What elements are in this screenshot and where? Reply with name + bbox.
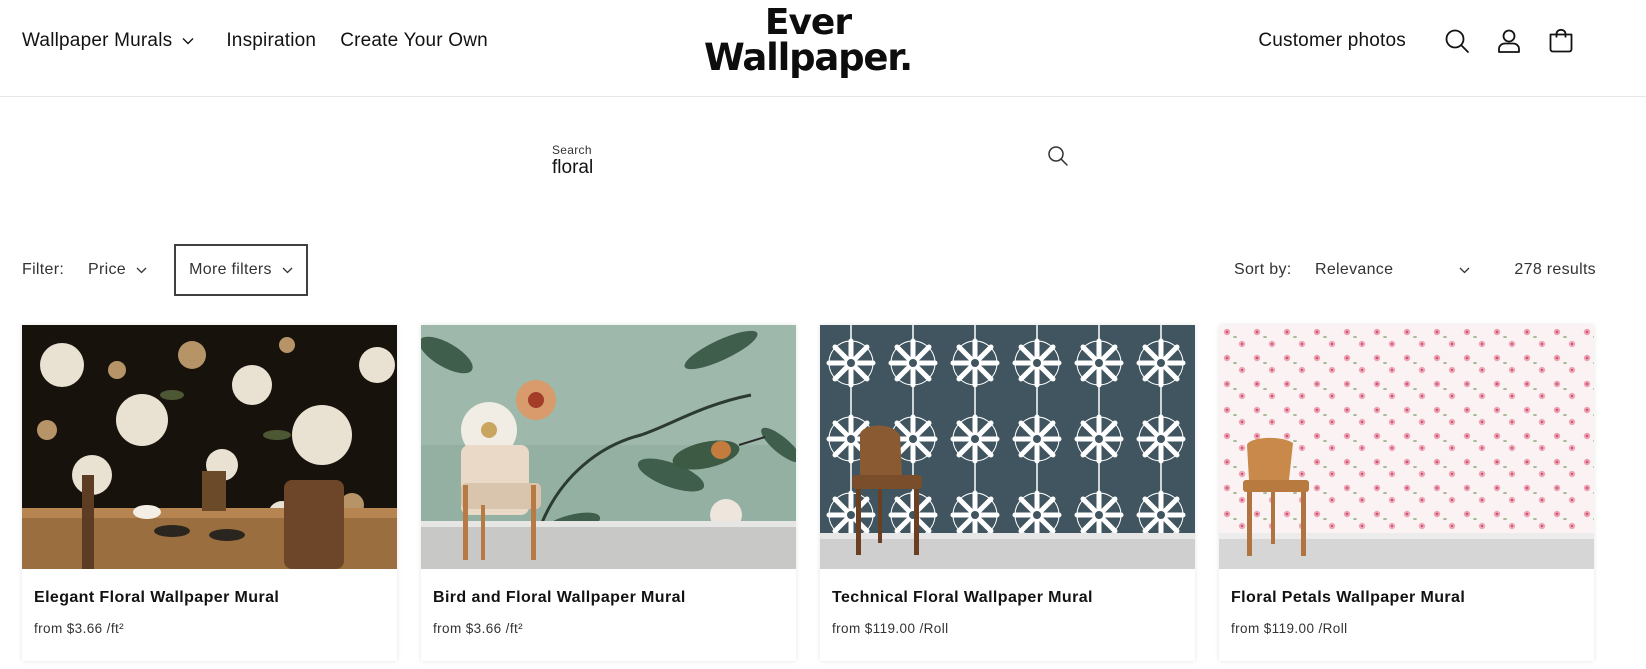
product-price: from $119.00 /Roll <box>832 621 949 636</box>
product-image-bird-floral[interactable] <box>421 325 796 569</box>
sort-selected-value: Relevance <box>1315 261 1394 278</box>
search-submit-icon[interactable] <box>1047 145 1069 172</box>
product-title[interactable]: Elegant Floral Wallpaper Mural <box>34 589 279 607</box>
product-title[interactable]: Technical Floral Wallpaper Mural <box>832 589 1093 607</box>
product-title[interactable]: Floral Petals Wallpaper Mural <box>1231 589 1465 607</box>
filter-price-label: Price <box>88 261 126 278</box>
search-field-label: Search <box>552 143 592 157</box>
chevron-down-icon <box>282 267 293 274</box>
product-card[interactable]: Elegant Floral Wallpaper Mural from $3.6… <box>22 325 397 661</box>
utility-nav: Customer photos <box>1258 26 1576 56</box>
more-filters-button[interactable]: More filters <box>174 244 308 296</box>
filter-label: Filter: <box>22 261 65 278</box>
product-grid: Elegant Floral Wallpaper Mural from $3.6… <box>22 325 1618 661</box>
account-icon[interactable] <box>1494 26 1524 56</box>
customer-photos-link[interactable]: Customer photos <box>1258 30 1406 52</box>
product-price: from $3.66 /ft² <box>34 621 125 636</box>
search-icon[interactable] <box>1442 26 1472 56</box>
product-price: from $119.00 /Roll <box>1231 621 1348 636</box>
product-image-floral-petals[interactable] <box>1219 325 1594 569</box>
cart-icon[interactable] <box>1546 26 1576 56</box>
site-header: Wallpaper Murals Inspiration Create Your… <box>0 0 1646 97</box>
filter-price-dropdown[interactable]: Price <box>88 261 147 279</box>
product-title[interactable]: Bird and Floral Wallpaper Mural <box>433 589 686 607</box>
product-card[interactable]: Bird and Floral Wallpaper Mural from $3.… <box>421 325 796 661</box>
product-card[interactable]: Floral Petals Wallpaper Mural from $119.… <box>1219 325 1594 661</box>
chevron-down-icon <box>136 267 147 274</box>
results-count: 278 results <box>1514 261 1596 278</box>
search-field[interactable]: Search <box>544 135 1084 185</box>
product-price: from $3.66 /ft² <box>433 621 524 636</box>
search-input[interactable] <box>552 157 992 179</box>
product-image-technical-floral[interactable] <box>820 325 1195 569</box>
sort-label: Sort by: <box>1234 261 1292 278</box>
product-image-elegant-floral[interactable] <box>22 325 397 569</box>
more-filters-label: More filters <box>189 261 272 278</box>
facet-filter-bar: Filter: Price More filters Sort by: Rele… <box>22 244 1596 296</box>
product-card[interactable]: Technical Floral Wallpaper Mural from $1… <box>820 325 1195 661</box>
chevron-down-icon <box>1459 261 1470 279</box>
sort-select[interactable]: Relevance <box>1315 261 1470 279</box>
